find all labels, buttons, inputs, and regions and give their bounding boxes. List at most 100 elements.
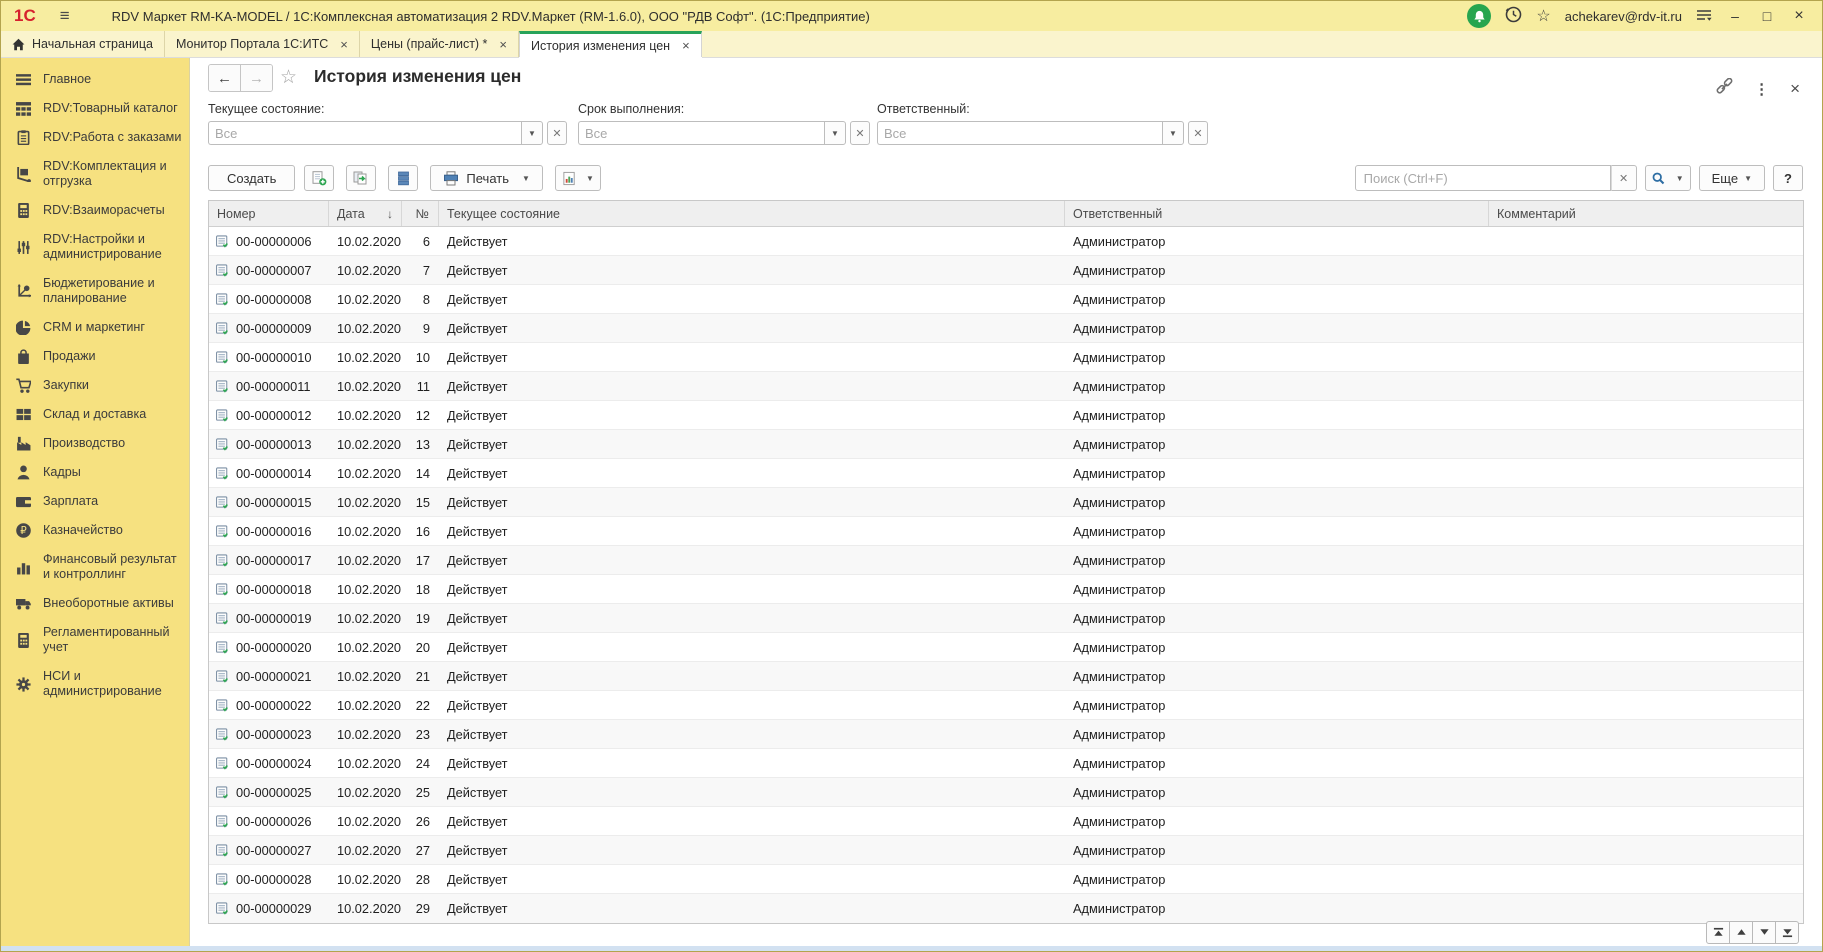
dropdown-arrow-icon[interactable]: ▼: [521, 121, 543, 145]
table-row[interactable]: 00-0000001810.02.202018ДействуетАдминист…: [209, 575, 1803, 604]
table-row[interactable]: 00-0000002410.02.202024ДействуетАдминист…: [209, 749, 1803, 778]
table-row[interactable]: 00-0000001110.02.202011ДействуетАдминист…: [209, 372, 1803, 401]
cell-seq: 17: [402, 553, 439, 568]
sidebar-item[interactable]: CRM и маркетинг: [1, 313, 189, 342]
column-header-Текущее состояние[interactable]: Текущее состояние: [439, 201, 1065, 226]
filter-input[interactable]: [877, 121, 1162, 145]
table-row[interactable]: 00-0000001610.02.202016ДействуетАдминист…: [209, 517, 1803, 546]
sidebar-item[interactable]: Кадры: [1, 458, 189, 487]
sidebar-item[interactable]: Склад и доставка: [1, 400, 189, 429]
table-row[interactable]: 00-0000002310.02.202023ДействуетАдминист…: [209, 720, 1803, 749]
sidebar-item[interactable]: НСИ и администрирование: [1, 662, 189, 706]
table-row[interactable]: 00-0000001510.02.202015ДействуетАдминист…: [209, 488, 1803, 517]
forward-button[interactable]: →: [240, 65, 272, 91]
cell-seq: 10: [402, 350, 439, 365]
sidebar-item[interactable]: RDV:Взаиморасчеты: [1, 196, 189, 225]
print-button[interactable]: Печать ▼: [430, 165, 543, 191]
favorites-star-icon[interactable]: ☆: [1536, 6, 1550, 26]
reports-button[interactable]: ▼: [555, 165, 601, 191]
main-menu-icon[interactable]: ≡: [60, 6, 70, 26]
sidebar-item[interactable]: Внеоборотные активы: [1, 589, 189, 618]
tab-close-icon[interactable]: ×: [340, 37, 348, 52]
sidebar-item[interactable]: Производство: [1, 429, 189, 458]
cell-seq: 9: [402, 321, 439, 336]
sidebar-item[interactable]: Продажи: [1, 342, 189, 371]
help-button[interactable]: ?: [1773, 165, 1803, 191]
table-row[interactable]: 00-0000001010.02.202010ДействуетАдминист…: [209, 343, 1803, 372]
table-row[interactable]: 00-0000001410.02.202014ДействуетАдминист…: [209, 459, 1803, 488]
column-header-Комментарий[interactable]: Комментарий: [1489, 201, 1803, 226]
column-header-Дата[interactable]: Дата↓: [329, 201, 402, 226]
filter-input[interactable]: [578, 121, 824, 145]
sidebar-item[interactable]: RDV:Настройки и администрирование: [1, 225, 189, 269]
table-row[interactable]: 00-0000001910.02.202019ДействуетАдминист…: [209, 604, 1803, 633]
sidebar-item-label: Закупки: [43, 378, 89, 393]
create-new-document-button[interactable]: [304, 165, 334, 191]
table-row[interactable]: 00-0000002110.02.202021ДействуетАдминист…: [209, 662, 1803, 691]
more-commands-icon[interactable]: ⋮: [1754, 80, 1769, 98]
tab-close-icon[interactable]: ×: [682, 38, 690, 53]
column-header-№[interactable]: №: [402, 201, 439, 226]
column-header-Номер[interactable]: Номер: [209, 201, 329, 226]
filter-clear-icon[interactable]: ✕: [547, 121, 567, 145]
table-row[interactable]: 00-0000001710.02.202017ДействуетАдминист…: [209, 546, 1803, 575]
sidebar-item[interactable]: ₽Казначейство: [1, 516, 189, 545]
add-to-favorites-star-icon[interactable]: ☆: [280, 66, 297, 89]
tab-Монитор Портала 1С:ИТС[interactable]: Монитор Портала 1С:ИТС×: [165, 31, 360, 57]
tab-close-icon[interactable]: ×: [499, 37, 507, 52]
more-button[interactable]: Еще ▼: [1699, 165, 1765, 191]
sidebar-item[interactable]: Закупки: [1, 371, 189, 400]
search-input[interactable]: [1355, 165, 1611, 191]
minimize-button[interactable]: –: [1726, 8, 1744, 24]
table-row[interactable]: 00-0000002810.02.202028ДействуетАдминист…: [209, 865, 1803, 894]
scroll-to-bottom-button[interactable]: [1775, 921, 1799, 944]
column-header-Ответственный[interactable]: Ответственный: [1065, 201, 1489, 226]
dropdown-arrow-icon[interactable]: ▼: [824, 121, 846, 145]
sidebar-item[interactable]: Бюджетирование и планирование: [1, 269, 189, 313]
sidebar-item[interactable]: RDV:Работа с заказами: [1, 123, 189, 152]
filter-clear-icon[interactable]: ✕: [1188, 121, 1208, 145]
create-button[interactable]: Создать: [208, 165, 295, 191]
tab-История изменения цен[interactable]: История изменения цен×: [519, 31, 702, 57]
sidebar-item[interactable]: Финансовый результат и контроллинг: [1, 545, 189, 589]
scroll-up-button[interactable]: [1729, 921, 1753, 944]
service-menu-icon[interactable]: [1696, 7, 1712, 26]
get-link-icon[interactable]: [1716, 78, 1733, 100]
sidebar-item[interactable]: RDV:Комплектация и отгрузка: [1, 152, 189, 196]
search-clear-icon[interactable]: ✕: [1611, 165, 1637, 191]
table-row[interactable]: 00-0000000910.02.20209ДействуетАдминистр…: [209, 314, 1803, 343]
history-button[interactable]: [1505, 6, 1522, 26]
table-row[interactable]: 00-0000001310.02.202013ДействуетАдминист…: [209, 430, 1803, 459]
sidebar-item[interactable]: RDV:Товарный каталог: [1, 94, 189, 123]
filter-clear-icon[interactable]: ✕: [850, 121, 870, 145]
table-row[interactable]: 00-0000000710.02.20207ДействуетАдминистр…: [209, 256, 1803, 285]
filter-input[interactable]: [208, 121, 521, 145]
maximize-button[interactable]: □: [1758, 8, 1776, 24]
table-row[interactable]: 00-0000002210.02.202022ДействуетАдминист…: [209, 691, 1803, 720]
table-row[interactable]: 00-0000000610.02.20206ДействуетАдминистр…: [209, 227, 1803, 256]
sidebar-item[interactable]: Регламентированный учет: [1, 618, 189, 662]
tab-Цены (прайс-лист) *[interactable]: Цены (прайс-лист) *×: [360, 31, 519, 57]
sidebar-item[interactable]: Зарплата: [1, 487, 189, 516]
scroll-to-top-button[interactable]: [1706, 921, 1730, 944]
table-row[interactable]: 00-0000002710.02.202027ДействуетАдминист…: [209, 836, 1803, 865]
cell-responsible: Администратор: [1065, 756, 1489, 771]
close-form-icon[interactable]: ×: [1790, 82, 1800, 96]
table-row[interactable]: 00-0000002010.02.202020ДействуетАдминист…: [209, 633, 1803, 662]
scroll-down-button[interactable]: [1752, 921, 1776, 944]
list-settings-button[interactable]: [388, 165, 418, 191]
table-row[interactable]: 00-0000000810.02.20208ДействуетАдминистр…: [209, 285, 1803, 314]
sidebar-item[interactable]: Главное: [1, 65, 189, 94]
table-row[interactable]: 00-0000002610.02.202026ДействуетАдминист…: [209, 807, 1803, 836]
search-button[interactable]: ▼: [1645, 165, 1691, 191]
close-window-button[interactable]: ×: [1790, 7, 1808, 25]
back-button[interactable]: ←: [209, 65, 240, 91]
table-row[interactable]: 00-0000002510.02.202025ДействуетАдминист…: [209, 778, 1803, 807]
tab-Начальная страница[interactable]: Начальная страница: [1, 31, 165, 57]
dropdown-arrow-icon[interactable]: ▼: [1162, 121, 1184, 145]
copy-button[interactable]: [346, 165, 376, 191]
notifications-button[interactable]: [1467, 4, 1491, 28]
user-email[interactable]: achekarev@rdv-it.ru: [1565, 9, 1682, 24]
table-row[interactable]: 00-0000001210.02.202012ДействуетАдминист…: [209, 401, 1803, 430]
table-row[interactable]: 00-0000002910.02.202029ДействуетАдминист…: [209, 894, 1803, 923]
